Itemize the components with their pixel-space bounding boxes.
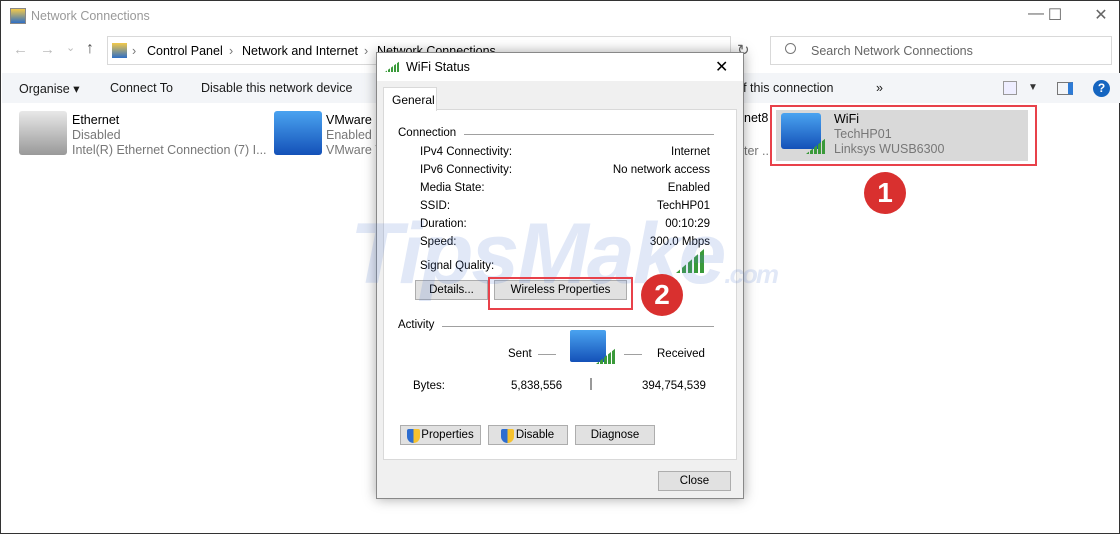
breadcrumb-network-internet[interactable]: Network and Internet xyxy=(242,44,358,58)
view-dropdown-icon[interactable]: ▼ xyxy=(1028,82,1038,93)
dialog-title: WiFi Status xyxy=(406,60,470,74)
ipv6-row: IPv6 Connectivity: No network access xyxy=(420,164,710,176)
details-button[interactable]: Details... xyxy=(415,280,488,300)
connection-device: VMware Virtual Ethernet Adapter ... xyxy=(326,143,377,157)
uac-shield-icon xyxy=(407,429,420,443)
dialog-close-x[interactable]: ✕ xyxy=(715,57,728,77)
network-folder-icon xyxy=(112,43,127,58)
recent-locations-button[interactable]: ⌄ xyxy=(66,41,75,54)
media-state-row: Media State: Enabled xyxy=(420,182,710,194)
properties-button[interactable]: Properties xyxy=(400,425,481,445)
connection-vmware[interactable]: VMware Network Adapter VMnet8 Enabled VM… xyxy=(274,111,377,161)
connect-to-button[interactable]: Connect To xyxy=(110,81,173,95)
search-input[interactable]: Search Network Connections xyxy=(770,36,1112,65)
step-badge-2: 2 xyxy=(641,274,683,316)
up-button[interactable]: ↑ xyxy=(86,40,94,58)
activity-section-label: Activity xyxy=(398,319,435,331)
connection-section-label: Connection xyxy=(398,127,457,139)
bytes-received-value: 394,754,539 xyxy=(642,380,706,392)
ssid-row: SSID: TechHP01 xyxy=(420,200,710,212)
forward-button[interactable]: → xyxy=(40,41,55,58)
wifi-status-dialog: WiFi Status ✕ General Connection IPv4 Co… xyxy=(376,52,744,499)
diagnose-button[interactable]: Diagnose xyxy=(575,425,655,445)
received-label: Received xyxy=(657,348,705,360)
tab-general[interactable]: General xyxy=(383,87,437,111)
ethernet-adapter-icon xyxy=(19,111,67,155)
connection-status: Disabled xyxy=(72,128,121,142)
bytes-label: Bytes: xyxy=(413,380,445,392)
uac-shield-icon xyxy=(501,429,514,443)
duration-row: Duration: 00:10:29 xyxy=(420,218,710,230)
ipv4-row: IPv4 Connectivity: Internet xyxy=(420,146,710,158)
preview-pane-icon[interactable] xyxy=(1057,82,1073,95)
wireless-properties-highlight-box xyxy=(488,277,633,310)
wifi-signal-icon xyxy=(385,61,400,72)
signal-quality-row: Signal Quality: xyxy=(420,260,495,272)
connection-status: Enabled xyxy=(326,128,372,142)
close-window-button[interactable]: ✕ xyxy=(1078,5,1120,25)
more-commands-button[interactable]: » xyxy=(876,81,883,95)
wifi-highlight-box xyxy=(770,105,1037,166)
network-activity-icon xyxy=(570,330,606,362)
network-folder-icon xyxy=(10,8,26,24)
sent-label: Sent xyxy=(508,348,532,360)
bytes-sent-value: 5,838,556 xyxy=(511,380,563,392)
organise-menu[interactable]: Organise ▾ xyxy=(19,81,79,96)
search-icon xyxy=(785,43,796,54)
change-view-icon[interactable] xyxy=(1003,81,1017,95)
breadcrumb-control-panel[interactable]: Control Panel xyxy=(147,44,223,58)
connection-device: Intel(R) Ethernet Connection (7) I... xyxy=(72,143,267,157)
help-icon[interactable]: ? xyxy=(1093,80,1110,97)
connection-name: VMware Network Adapter VMnet8 xyxy=(326,113,377,127)
step-badge-1: 1 xyxy=(864,172,906,214)
disable-device-button[interactable]: Disable this network device xyxy=(201,81,352,95)
back-button[interactable]: ← xyxy=(13,41,28,58)
connection-name: Ethernet xyxy=(72,113,120,127)
vmware-adapter-icon xyxy=(274,111,322,155)
speed-row: Speed: 300.0 Mbps xyxy=(420,236,710,248)
disable-button[interactable]: Disable xyxy=(488,425,568,445)
close-button[interactable]: Close xyxy=(658,471,731,491)
window-title: Network Connections xyxy=(31,9,150,23)
maximize-button[interactable]: ☐ xyxy=(1032,5,1078,25)
